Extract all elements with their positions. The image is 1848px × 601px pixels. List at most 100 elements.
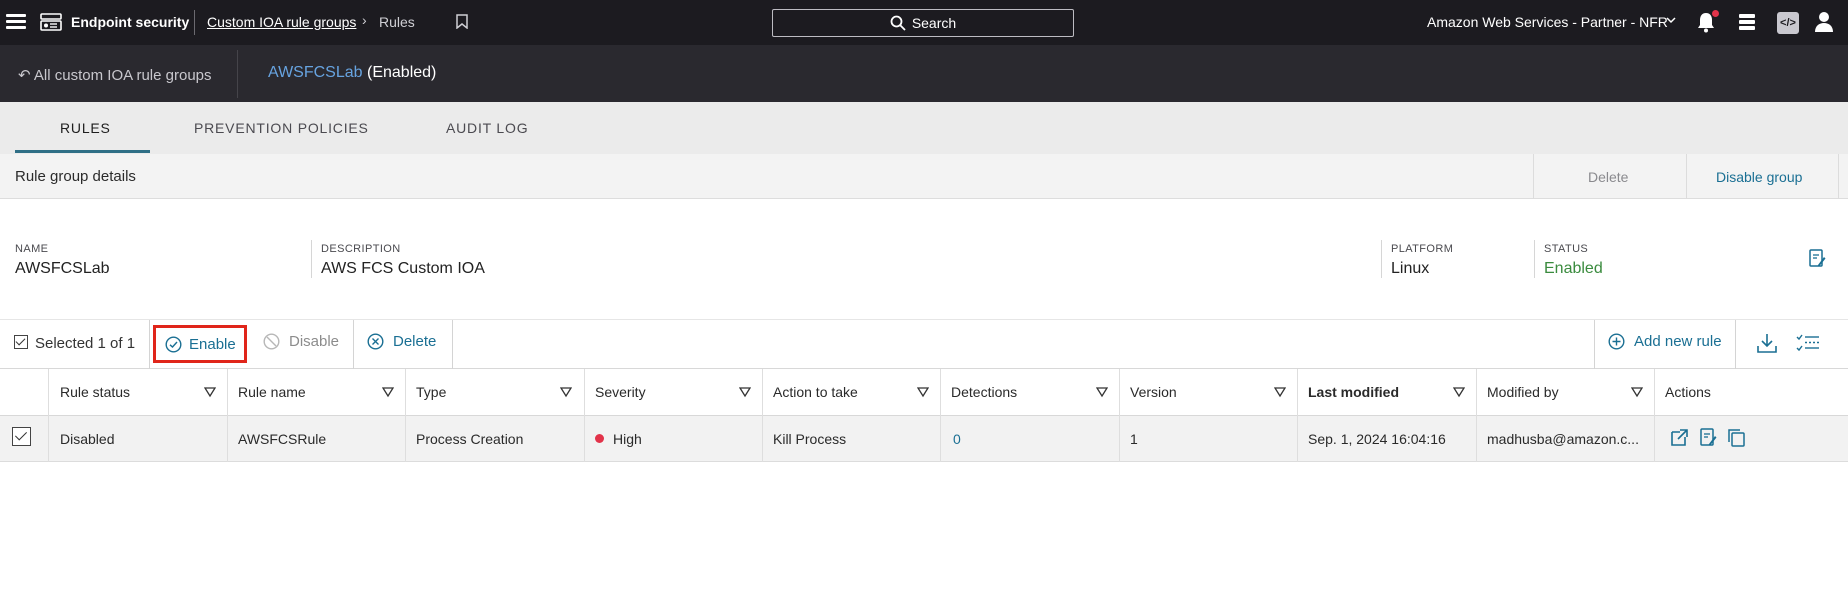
search-label: Search — [911, 15, 957, 31]
rules-toolbar: Selected 1 of 1 Enable Disable Delete Ad… — [0, 319, 1848, 370]
name-label: NAME — [15, 243, 49, 255]
delete-group-button[interactable]: Delete — [1588, 169, 1628, 185]
disable-button[interactable]: Disable — [263, 333, 339, 350]
filter-icon[interactable] — [1631, 386, 1643, 398]
filter-icon[interactable] — [1096, 386, 1108, 398]
tab-audit-log[interactable]: AUDIT LOG — [446, 120, 528, 136]
divider — [762, 369, 763, 416]
header-type[interactable]: Type — [416, 384, 446, 400]
active-tab-indicator — [15, 150, 150, 153]
rule-group-title: AWSFCSLab (Enabled) — [268, 64, 436, 82]
row-checkbox[interactable] — [12, 427, 31, 446]
cell-version: 1 — [1130, 431, 1138, 447]
divider — [1594, 320, 1595, 370]
disabled-circle-icon — [263, 333, 280, 350]
add-new-rule-button[interactable]: Add new rule — [1608, 333, 1722, 350]
filter-icon[interactable] — [739, 386, 751, 398]
stack-icon[interactable] — [1737, 12, 1757, 37]
filter-icon[interactable] — [1453, 386, 1465, 398]
chevron-down-icon[interactable] — [1665, 13, 1677, 31]
filter-icon[interactable] — [1274, 386, 1286, 398]
open-rule-icon[interactable] — [1670, 428, 1689, 447]
divider — [1654, 369, 1655, 416]
header-rule-status[interactable]: Rule status — [60, 384, 130, 400]
cell-rule-status: Disabled — [60, 431, 115, 447]
cell-detections-link[interactable]: 0 — [953, 431, 961, 447]
header-action-to-take[interactable]: Action to take — [773, 384, 858, 400]
add-new-rule-label: Add new rule — [1634, 333, 1722, 350]
column-settings-icon[interactable] — [1796, 333, 1820, 358]
divider — [584, 369, 585, 416]
tab-bar: RULES PREVENTION POLICIES AUDIT LOG — [0, 102, 1848, 154]
rule-group-header: ↶ All custom IOA rule groups AWSFCSLab (… — [0, 45, 1848, 102]
rule-group-info: NAME AWSFCSLab DESCRIPTION AWS FCS Custo… — [0, 199, 1848, 319]
back-arrow-icon: ↶ — [18, 67, 31, 84]
account-switcher[interactable]: Amazon Web Services - Partner - NFR — [1427, 14, 1668, 30]
rule-group-name[interactable]: AWSFCSLab — [268, 64, 363, 81]
filter-icon[interactable] — [382, 386, 394, 398]
header-detections[interactable]: Detections — [951, 384, 1017, 400]
divider — [353, 320, 354, 370]
breadcrumb-parent-link[interactable]: Custom IOA rule groups — [207, 14, 356, 30]
chevron-right-icon: › — [362, 12, 367, 28]
status-label: STATUS — [1544, 243, 1589, 255]
tab-rules[interactable]: RULES — [60, 120, 111, 136]
divider — [584, 416, 585, 462]
rule-group-status: (Enabled) — [367, 64, 437, 81]
filter-icon[interactable] — [917, 386, 929, 398]
severity-high-icon — [595, 434, 604, 443]
divider — [1119, 369, 1120, 416]
header-rule-name[interactable]: Rule name — [238, 384, 306, 400]
user-profile-icon[interactable] — [1814, 11, 1834, 38]
filter-icon[interactable] — [204, 386, 216, 398]
divider — [1686, 154, 1687, 199]
divider — [1735, 320, 1736, 370]
menu-icon[interactable] — [6, 11, 26, 33]
cell-rule-name[interactable]: AWSFCSRule — [238, 431, 326, 447]
table-row[interactable]: Disabled AWSFCSRule Process Creation Hig… — [0, 416, 1848, 462]
header-modified-by[interactable]: Modified by — [1487, 384, 1559, 400]
header-last-modified[interactable]: Last modified — [1308, 384, 1399, 400]
tab-prevention-policies[interactable]: PREVENTION POLICIES — [194, 120, 369, 136]
check-circle-icon — [165, 335, 182, 353]
select-all-checkbox[interactable] — [14, 335, 28, 349]
divider — [1533, 154, 1534, 199]
global-search-button[interactable]: Search — [772, 9, 1074, 37]
developer-code-icon[interactable]: </> — [1777, 12, 1799, 34]
divider — [940, 369, 941, 416]
notification-badge — [1712, 10, 1719, 17]
divider — [1534, 240, 1535, 278]
download-icon[interactable] — [1756, 332, 1778, 359]
divider — [762, 416, 763, 462]
divider — [311, 240, 312, 278]
divider — [1476, 369, 1477, 416]
edit-details-icon[interactable] — [1809, 249, 1826, 273]
breadcrumb-current: Rules — [379, 14, 415, 30]
app-name[interactable]: Endpoint security — [71, 14, 189, 30]
cell-action-to-take: Kill Process — [773, 431, 847, 447]
description-value: AWS FCS Custom IOA — [321, 260, 485, 277]
header-severity[interactable]: Severity — [595, 384, 646, 400]
bookmark-icon[interactable] — [456, 14, 468, 30]
disable-label: Disable — [289, 333, 340, 350]
cell-last-modified: Sep. 1, 2024 16:04:16 — [1308, 431, 1446, 447]
plus-circle-icon — [1608, 333, 1625, 350]
edit-rule-icon[interactable] — [1700, 428, 1717, 447]
back-link[interactable]: ↶ All custom IOA rule groups — [18, 66, 212, 84]
divider — [1297, 369, 1298, 416]
enable-button[interactable]: Enable — [153, 325, 247, 363]
rules-table-header: Rule status Rule name Type Severity Acti… — [0, 369, 1848, 416]
divider — [48, 416, 49, 462]
delete-button[interactable]: Delete — [367, 333, 436, 350]
divider — [1381, 240, 1382, 278]
filter-icon[interactable] — [560, 386, 572, 398]
section-title: Rule group details — [15, 168, 136, 185]
disable-group-button[interactable]: Disable group — [1716, 169, 1802, 185]
endpoint-security-icon — [40, 12, 62, 32]
description-label: DESCRIPTION — [321, 243, 401, 255]
divider — [940, 416, 941, 462]
header-version[interactable]: Version — [1130, 384, 1177, 400]
divider — [227, 416, 228, 462]
divider — [149, 320, 150, 370]
copy-rule-icon[interactable] — [1727, 428, 1746, 447]
